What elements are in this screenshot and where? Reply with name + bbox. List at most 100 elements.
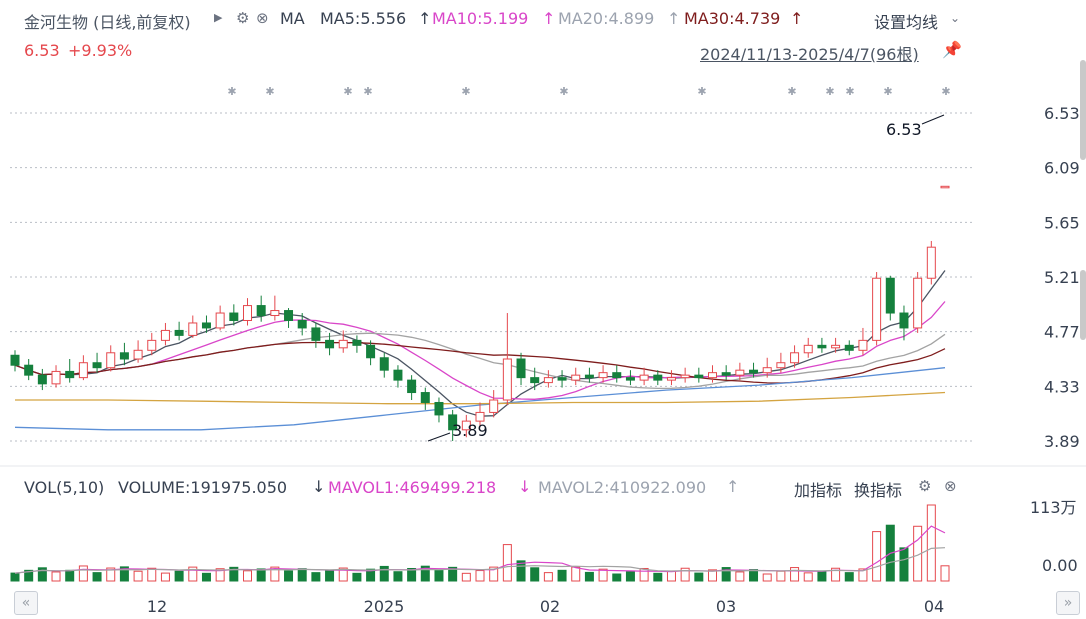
mavol1-value: MAVOL1:469499.218: [328, 478, 497, 497]
scrollbar-thumb[interactable]: [1080, 270, 1086, 340]
candle-body: [584, 374, 594, 379]
candle-body: [201, 322, 211, 329]
volume-bar: [502, 544, 512, 582]
event-marker-icon[interactable]: ✱: [941, 85, 950, 98]
candle-body: [885, 277, 895, 314]
candle-body: [407, 379, 417, 394]
price-gridlines: [10, 112, 975, 442]
candle-body: [926, 246, 936, 279]
event-marker-icon[interactable]: ✱: [559, 85, 568, 98]
volume-bar: [639, 567, 649, 582]
event-marker-icon[interactable]: ✱: [343, 85, 352, 98]
candle-body: [366, 344, 376, 359]
candle-body: [119, 352, 129, 360]
volume-bar: [475, 570, 485, 582]
event-marker-icon[interactable]: ✱: [227, 85, 236, 98]
candle-body: [612, 372, 622, 379]
candle-body: [243, 305, 252, 321]
event-marker-icon[interactable]: ✱: [883, 85, 892, 98]
event-marker-icon[interactable]: ✱: [265, 85, 274, 98]
volume-bar: [461, 572, 471, 582]
volume-bar: [352, 572, 362, 582]
price-tick-label: 6.53: [1044, 104, 1080, 123]
candle-body: [284, 310, 294, 321]
candle-body: [776, 362, 786, 369]
event-marker-icon[interactable]: ✱: [697, 85, 706, 98]
candle-body: [338, 339, 348, 349]
candle-body: [940, 185, 950, 189]
candle-body: [762, 367, 772, 374]
event-marker-icon[interactable]: ✱: [363, 85, 372, 98]
volume-bar: [92, 572, 102, 582]
candle-body: [721, 372, 731, 376]
volume-bar: [776, 570, 786, 582]
event-marker-icon[interactable]: ✱: [845, 85, 854, 98]
candle-body: [571, 374, 581, 381]
volume-bar: [325, 570, 335, 582]
high-arrow: [921, 114, 945, 125]
candle-body: [325, 339, 335, 349]
candle-body: [352, 339, 362, 346]
scrollbar-thumb[interactable]: [1080, 60, 1086, 160]
event-marker-icon[interactable]: ✱: [825, 85, 834, 98]
candle-body: [899, 312, 909, 329]
volume-axis-zero: 0.00: [1042, 556, 1078, 575]
candle-body: [256, 305, 266, 317]
price-tick-label: 5.21: [1044, 268, 1080, 287]
candle-body: [229, 312, 239, 321]
candlestick-chart[interactable]: 6.536.095.655.214.774.333.89 ✱ ✱ ✱ ✱ ✱ ✱ ✱ ✱ ✱ ✱ ✱…: [0, 0, 1086, 619]
arrow-up-icon: ↑: [726, 477, 740, 496]
add-indicator-button[interactable]: 加指标: [794, 477, 842, 501]
candle-body: [133, 349, 143, 360]
candle-body: [666, 377, 676, 381]
volume-bars: [10, 504, 950, 582]
candle-body: [530, 377, 540, 384]
volume-bar: [10, 572, 20, 582]
candle-body: [489, 399, 499, 413]
volume-bar: [393, 571, 403, 582]
candle-body: [844, 344, 854, 351]
event-markers[interactable]: ✱ ✱ ✱ ✱ ✱ ✱ ✱ ✱ ✱ ✱ ✱ ✱: [227, 85, 950, 98]
candle-body: [65, 370, 75, 379]
time-tick-label: 12: [147, 597, 167, 616]
candle-body: [24, 364, 34, 376]
candle-body: [420, 392, 430, 403]
time-tick-label: 02: [540, 597, 560, 616]
candle-body: [516, 358, 526, 379]
price-tick-label: 3.89: [1044, 432, 1080, 451]
volume-bar: [379, 565, 389, 582]
volume-bar: [926, 504, 936, 582]
volume-bar: [694, 572, 704, 582]
candle-body: [625, 377, 635, 381]
event-marker-icon[interactable]: ✱: [461, 85, 470, 98]
event-marker-icon[interactable]: ✱: [787, 85, 796, 98]
volume-bar: [201, 572, 211, 582]
high-annotation: 6.53: [886, 120, 922, 139]
close-circle-icon[interactable]: ⊗: [944, 477, 957, 495]
volume-bar: [940, 565, 950, 582]
low-annotation: 3.89: [452, 421, 488, 440]
scroll-right-button[interactable]: »: [1056, 591, 1080, 615]
volume-bar: [51, 571, 61, 582]
switch-indicator-button[interactable]: 换指标: [854, 477, 902, 501]
volume-bar: [284, 570, 294, 582]
volume-bar: [543, 572, 553, 582]
volume-bar: [844, 572, 854, 582]
candle-body: [215, 312, 225, 329]
candle-body: [92, 362, 102, 369]
candle-body: [639, 374, 649, 381]
candle-body: [147, 339, 157, 351]
candle-body: [10, 354, 20, 366]
volume-bar: [37, 567, 47, 582]
vol-label: VOL(5,10): [24, 478, 105, 497]
volume-bar: [297, 568, 307, 582]
candle-body: [160, 329, 170, 341]
candle-body: [680, 374, 690, 379]
mavol2-line: [14, 547, 946, 574]
low-arrow: [427, 432, 451, 442]
gear-icon[interactable]: ⚙: [918, 477, 931, 495]
scroll-left-button[interactable]: «: [14, 591, 38, 615]
volume-bar: [762, 573, 772, 582]
price-tick-label: 5.65: [1044, 213, 1080, 232]
candle-body: [78, 362, 88, 379]
